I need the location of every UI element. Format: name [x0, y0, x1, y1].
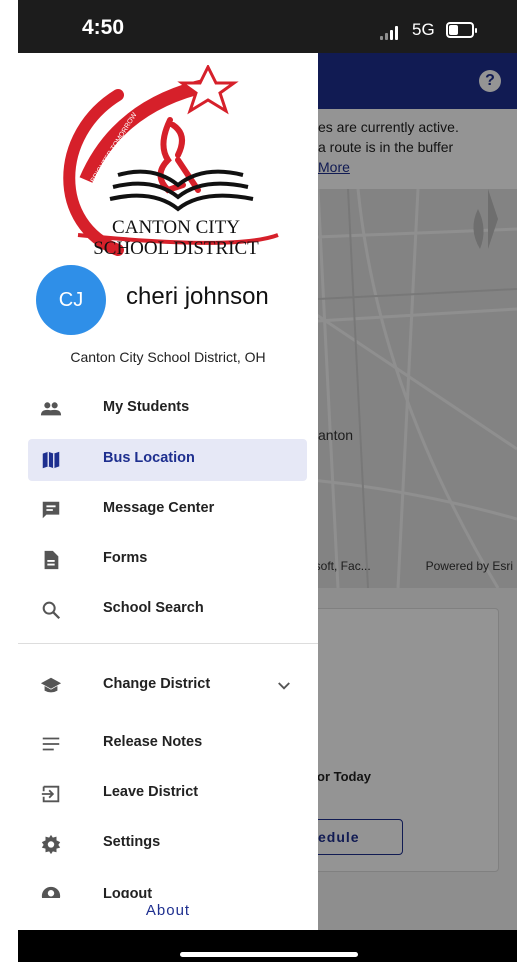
menu-label-leave-district: Leave District [103, 784, 199, 800]
message-icon [42, 501, 60, 519]
menu-item-change-district[interactable]: Change District [28, 665, 307, 707]
menu-label-forms: Forms [103, 550, 148, 566]
signal-icon [380, 26, 406, 40]
navigation-drawer: CANTON CITY SCHOOL DISTRICT BRIGHTER TOM… [18, 53, 318, 930]
battery-icon [446, 22, 477, 38]
status-time: 4:50 [82, 16, 125, 39]
exit-icon [41, 785, 60, 803]
menu-label-message-center: Message Center [103, 500, 215, 516]
menu-item-forms[interactable]: Forms [28, 539, 307, 581]
menu-label-my-students: My Students [103, 399, 190, 415]
menu-item-message-center[interactable]: Message Center [28, 489, 307, 531]
menu-label-school-search: School Search [103, 600, 204, 616]
logo-text-district: SCHOOL DISTRICT [93, 238, 259, 259]
home-indicator[interactable] [18, 930, 517, 962]
people-icon [40, 402, 62, 416]
search-icon [42, 601, 61, 620]
menu-divider [18, 643, 318, 644]
district-logo: CANTON CITY SCHOOL DISTRICT BRIGHTER TOM… [63, 65, 279, 259]
logo-text-city: CANTON CITY [112, 217, 240, 238]
menu-label-bus-location: Bus Location [103, 450, 195, 466]
document-icon [44, 550, 59, 570]
user-name: cheri johnson [126, 283, 269, 310]
chevron-down-icon[interactable] [275, 677, 293, 695]
menu-item-school-search[interactable]: School Search [28, 589, 307, 631]
gear-icon [41, 834, 61, 855]
map-icon [42, 451, 60, 469]
menu-item-my-students[interactable]: My Students [28, 388, 307, 430]
menu-label-release-notes: Release Notes [103, 734, 203, 750]
menu-item-bus-location[interactable]: Bus Location [28, 439, 307, 481]
status-bar: 4:50 5G [18, 0, 517, 53]
district-name: Canton City School District, OH [70, 349, 266, 365]
avatar: CJ [36, 265, 106, 335]
network-type: 5G [412, 20, 435, 39]
phone-screen: 4:50 5G ? es are currently active. a rou… [18, 0, 517, 962]
about-link[interactable]: About [18, 898, 318, 930]
menu-item-settings[interactable]: Settings [28, 823, 307, 865]
notes-icon [42, 737, 60, 751]
school-icon [40, 677, 62, 693]
menu-item-leave-district[interactable]: Leave District [28, 773, 307, 815]
menu-item-release-notes[interactable]: Release Notes [28, 723, 307, 765]
menu-label-settings: Settings [103, 834, 161, 850]
menu-label-change-district: Change District [103, 676, 211, 692]
